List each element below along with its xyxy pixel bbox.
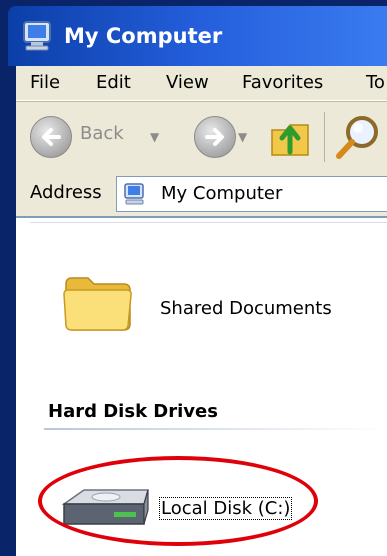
my-computer-icon [23, 21, 51, 51]
divider [30, 222, 387, 223]
menu-edit[interactable]: Edit [96, 72, 131, 93]
forward-arrow-icon [205, 128, 224, 146]
address-label: Address [30, 182, 102, 203]
back-button[interactable] [30, 116, 72, 158]
shared-documents-folder-icon[interactable] [62, 268, 134, 334]
back-arrow-icon [42, 128, 61, 146]
back-label: Back [80, 123, 124, 144]
menu-view[interactable]: View [166, 72, 209, 93]
forward-dropdown-icon[interactable]: ▼ [238, 130, 247, 144]
my-computer-icon [124, 183, 144, 205]
forward-button[interactable] [194, 116, 236, 158]
menu-bar: File Edit View Favorites To [16, 66, 387, 101]
title-bar[interactable]: My Computer [8, 6, 387, 66]
section-divider [44, 428, 387, 430]
menu-favorites[interactable]: Favorites [242, 72, 323, 93]
address-value: My Computer [161, 183, 283, 204]
up-folder-icon[interactable] [268, 112, 314, 160]
shared-documents-label[interactable]: Shared Documents [160, 298, 332, 319]
search-icon[interactable] [334, 112, 384, 162]
address-field[interactable]: My Computer [116, 176, 387, 212]
toolbar: Back ▼ ▼ [16, 101, 387, 173]
highlight-ellipse [38, 456, 318, 546]
menu-file[interactable]: File [30, 72, 60, 93]
toolbar-separator [324, 112, 325, 162]
window-title: My Computer [64, 24, 223, 48]
menu-tools[interactable]: To [366, 72, 385, 93]
back-dropdown-icon[interactable]: ▼ [150, 130, 159, 144]
address-bar: Address My Computer [16, 172, 387, 218]
section-title: Hard Disk Drives [48, 401, 218, 422]
content-pane: Shared Documents Hard Disk Drives Local … [16, 218, 387, 556]
